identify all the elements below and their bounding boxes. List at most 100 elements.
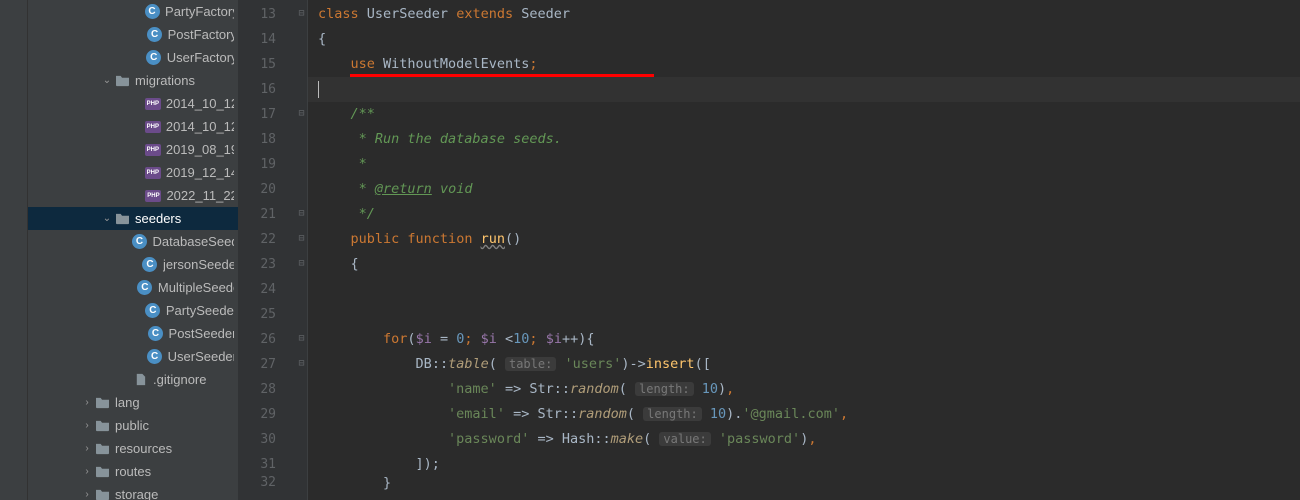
chevron-down-icon[interactable]: ⌄ (100, 75, 114, 86)
line-number: 29 (238, 402, 276, 427)
code-line[interactable]: /** (308, 102, 1300, 127)
tree-item-label: PostSeeder (169, 326, 234, 341)
tree-item-resources[interactable]: › resources (28, 437, 238, 460)
code-line[interactable]: public function run() (308, 227, 1300, 252)
line-number: 17 (238, 102, 276, 127)
class-icon: C (147, 27, 163, 43)
tree-item-label: MultipleSeeder (158, 280, 234, 295)
code-line[interactable]: * (308, 152, 1300, 177)
tree-item-lang[interactable]: ›lang (28, 391, 238, 414)
code-line[interactable]: 'name' => Str::random( length: 10), (308, 377, 1300, 402)
line-number: 22 (238, 227, 276, 252)
tree-item-label: PartyFactory (165, 4, 234, 19)
chevron-right-icon[interactable]: › (80, 397, 94, 408)
line-number: 13 (238, 2, 276, 27)
tree-item-label: PartySeeder (166, 303, 234, 318)
fold-toggle-icon[interactable]: ⊟ (297, 359, 306, 368)
tree-item-label: 2019_08_19 (166, 142, 234, 157)
chevron-right-icon[interactable]: › (80, 466, 94, 477)
code-line[interactable] (308, 277, 1300, 302)
line-number: 28 (238, 377, 276, 402)
tree-item-partyseeder[interactable]: ·CPartySeeder (28, 299, 238, 322)
line-number: 32 (238, 477, 276, 489)
tree-item-2022-11-22[interactable]: ·PHP2022_11_22 (28, 184, 238, 207)
tree-item-label: resources (115, 441, 172, 456)
code-line[interactable]: use WithoutModelEvents; (308, 52, 1300, 77)
class-icon: C (142, 257, 158, 273)
inlay-hint: table: (505, 357, 556, 371)
code-line[interactable]: DB::table( table: 'users')->insert([ (308, 352, 1300, 377)
class-icon: C (147, 349, 163, 365)
tree-item-label: 2022_11_22 (166, 188, 234, 203)
tree-item-label: DatabaseSeeder (153, 234, 234, 249)
code-line-current[interactable] (308, 77, 1300, 102)
tree-item-public[interactable]: ›public (28, 414, 238, 437)
tree-item-partyfactory[interactable]: ·CPartyFactory (28, 0, 238, 23)
class-icon: C (132, 234, 148, 250)
folder-icon (94, 487, 110, 500)
tree-item-2014-10-12[interactable]: ·PHP2014_10_12 (28, 115, 238, 138)
code-line[interactable]: */ (308, 202, 1300, 227)
tree-item-databaseseeder[interactable]: ·CDatabaseSeeder (28, 230, 238, 253)
php-file-icon: PHP (145, 188, 161, 204)
class-icon: C (137, 280, 153, 296)
folder-icon (114, 211, 130, 227)
tree-item-label: 2014_10_12 (166, 96, 234, 111)
code-line[interactable]: { (308, 27, 1300, 52)
chevron-right-icon[interactable]: › (80, 420, 94, 431)
tree-item-postseeder[interactable]: ·CPostSeeder (28, 322, 238, 345)
fold-toggle-icon[interactable]: ⊟ (297, 9, 306, 18)
tree-item-label: UserSeeder (168, 349, 234, 364)
code-line[interactable]: * @return void (308, 177, 1300, 202)
tree-item-2019-08-19[interactable]: ·PHP2019_08_19 (28, 138, 238, 161)
code-line[interactable]: ]); (308, 452, 1300, 477)
fold-gutter[interactable]: ⊟ ⊟ ⊟ ⊟ ⊟ ⊟ ⊟ (294, 0, 308, 500)
code-line[interactable]: for($i = 0; $i <10; $i++){ (308, 327, 1300, 352)
code-line[interactable]: * Run the database seeds. (308, 127, 1300, 152)
tree-item-userseeder[interactable]: ·CUserSeeder (28, 345, 238, 368)
tree-item-routes[interactable]: ›routes (28, 460, 238, 483)
tree-item-multipleseeder[interactable]: ·CMultipleSeeder (28, 276, 238, 299)
class-icon: C (145, 303, 161, 319)
php-file-icon: PHP (145, 165, 161, 181)
fold-toggle-icon[interactable]: ⊟ (297, 259, 306, 268)
code-line[interactable]: { (308, 252, 1300, 277)
fold-toggle-icon[interactable]: ⊟ (297, 109, 306, 118)
tree-item-userfactory[interactable]: ·CUserFactory (28, 46, 238, 69)
text-caret (318, 81, 319, 98)
folder-icon (94, 418, 110, 434)
tree-item-postfactory[interactable]: ·CPostFactory (28, 23, 238, 46)
tree-item-seeders[interactable]: ⌄seeders (28, 207, 238, 230)
chevron-down-icon[interactable]: ⌄ (100, 213, 114, 224)
line-number: 23 (238, 252, 276, 277)
code-line[interactable]: 'password' => Hash::make( value: 'passwo… (308, 427, 1300, 452)
chevron-right-icon[interactable]: › (80, 443, 94, 454)
tool-window-strip[interactable] (0, 0, 28, 500)
fold-toggle-icon[interactable]: ⊟ (297, 234, 306, 243)
fold-toggle-icon[interactable]: ⊟ (297, 334, 306, 343)
tree-item-2014-10-12[interactable]: ·PHP2014_10_12 (28, 92, 238, 115)
php-file-icon: PHP (145, 119, 161, 135)
tree-item-jersonseeder[interactable]: ·CjersonSeeder (28, 253, 238, 276)
tree-item-storage[interactable]: › storage (28, 483, 238, 500)
tree-item-migrations[interactable]: ⌄migrations (28, 69, 238, 92)
line-number: 19 (238, 152, 276, 177)
code-line[interactable]: 'email' => Str::random( length: 10).'@gm… (308, 402, 1300, 427)
line-number: 30 (238, 427, 276, 452)
tree-item-2019-12-14[interactable]: ·PHP2019_12_14 (28, 161, 238, 184)
folder-icon (94, 441, 110, 457)
chevron-right-icon[interactable]: › (80, 489, 94, 500)
code-line[interactable]: class UserSeeder extends Seeder (308, 2, 1300, 27)
tree-item-label: 2014_10_12 (166, 119, 234, 134)
code-line[interactable] (308, 302, 1300, 327)
tree-item--gitignore[interactable]: ·.gitignore (28, 368, 238, 391)
code-editor[interactable]: 1314151617181920212223242526272829303132… (238, 0, 1300, 500)
fold-toggle-icon[interactable]: ⊟ (297, 209, 306, 218)
line-number: 24 (238, 277, 276, 302)
code-area[interactable]: class UserSeeder extends Seeder { use Wi… (308, 0, 1300, 500)
project-tree[interactable]: ·CPartyFactory·CPostFactory·CUserFactory… (28, 0, 238, 500)
inlay-hint: length: (635, 382, 694, 396)
tree-item-label: storage (115, 487, 158, 500)
code-line[interactable]: } (308, 477, 1300, 489)
inlay-hint: value: (659, 432, 710, 446)
